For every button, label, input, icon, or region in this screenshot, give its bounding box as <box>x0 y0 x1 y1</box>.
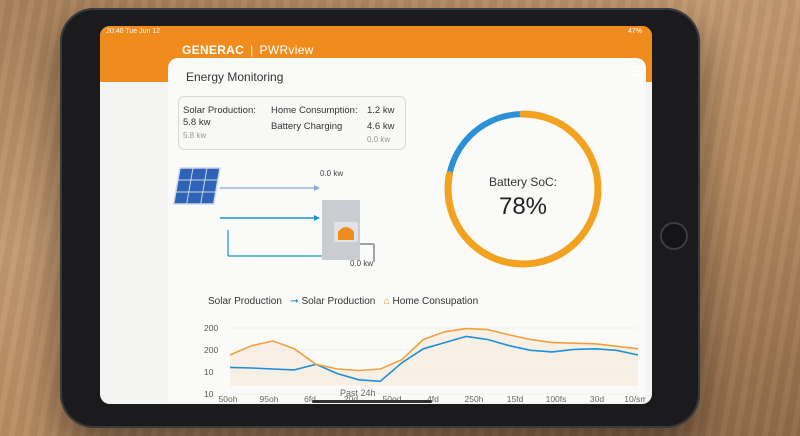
x-tick-label: 95oh <box>260 394 279 404</box>
battery-label: Battery Charging <box>271 121 343 132</box>
x-tick-label: 50oh <box>219 394 238 404</box>
app-name: PWRview <box>259 43 314 57</box>
status-battery: 47% <box>627 28 642 35</box>
solar-value: 5.8 kw <box>183 117 211 128</box>
chart-xlabel: Past 24h <box>340 388 376 398</box>
battery-sub: 0.0 kw <box>367 135 391 144</box>
stats-box: Solar Production: 5.8 kw 5.8 kw Home Con… <box>178 96 406 150</box>
home-icon[interactable]: ⌂ <box>612 64 620 79</box>
y-tick-label: 200 <box>204 323 218 333</box>
soc-value: 78% <box>499 193 547 220</box>
energy-card: Energy Monitoring Solar Production: 5.8 … <box>168 58 646 404</box>
home-consumption-area <box>230 328 638 386</box>
home-label: Home Consumption: <box>271 105 358 116</box>
solar-label: Solar Production: <box>183 105 256 116</box>
flow-arrow-mid <box>314 215 320 221</box>
brand-logo: GENERAC | PWRview <box>182 43 314 57</box>
solar-panel-icon <box>172 167 221 205</box>
x-tick-label: 15fd <box>507 394 524 404</box>
soc-label: Battery SoC: <box>489 175 557 189</box>
status-time: 20:40 Tue Jun 12 <box>106 28 161 35</box>
home-indicator <box>312 400 432 403</box>
inverter-icon <box>322 200 375 262</box>
flow-bottom-value: 0.0 kw <box>350 259 373 268</box>
menu-icon[interactable]: ☰ <box>630 64 642 79</box>
x-tick-label: 10/sms <box>624 394 646 404</box>
brand-name: GENERAC <box>182 43 245 57</box>
x-tick-label: 250h <box>465 394 484 404</box>
solar-sub: 5.8 kw <box>183 131 207 140</box>
flow-arrow-top <box>314 185 320 191</box>
energy-flow-diagram: 0.0 kw 0.0 kw <box>172 167 375 268</box>
x-tick-label: 30d <box>590 394 604 404</box>
screen: 20:40 Tue Jun 12 47% GENERAC | PWRview Ene… <box>100 26 652 404</box>
y-tick-label: 10 <box>204 367 214 377</box>
y-tick-label: 200 <box>204 345 218 355</box>
home-button[interactable] <box>660 222 688 250</box>
x-tick-label: 100fs <box>546 394 567 404</box>
flow-top-value: 0.0 kw <box>320 169 343 178</box>
production-chart: 2002001010 50oh 95oh 6fd 20d 50od 4fd 250h 15fd 1… <box>204 323 646 404</box>
y-tick-label: 10 <box>204 389 214 399</box>
battery-soc-ring: Battery SoC: 78% <box>444 110 602 268</box>
battery-value: 4.6 kw <box>367 121 395 132</box>
home-value: 1.2 kw <box>367 105 395 116</box>
header-icons: ⌂ ☰ <box>602 64 642 80</box>
page-title: Energy Monitoring <box>186 70 284 84</box>
